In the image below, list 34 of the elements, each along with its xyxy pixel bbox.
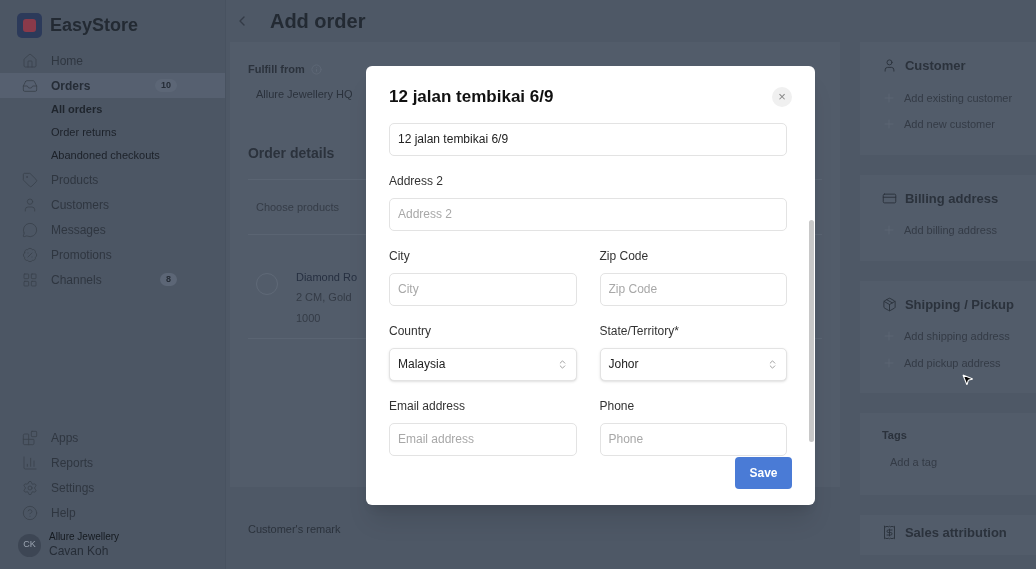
nav-item[interactable]: Orders 10 [0,73,225,98]
dialog-title: 12 jalan tembikai 6/9 [389,86,554,108]
person-icon [881,58,897,74]
input-field[interactable]: City [389,272,577,306]
box-icon [881,296,897,312]
field-label: City [389,247,411,265]
field-label: State/Territory* [599,322,680,340]
card-icon [881,190,897,206]
inbox-icon [22,77,38,94]
select-field[interactable]: Malaysia [389,347,577,381]
field-label: Address 2 [389,172,445,190]
count-badge: 8 [159,272,177,287]
input-field[interactable]: 12 jalan tembikai 6/9 [389,122,787,156]
field-label: Country [389,322,433,340]
field-label: Email address [389,397,467,415]
input-field[interactable]: Email address [389,422,577,456]
input-field[interactable]: Zip Code [599,272,787,306]
field-label: Zip Code [599,247,650,265]
avatar[interactable]: CK [18,533,41,557]
receipt-icon [881,524,897,540]
field-label: Phone [599,397,636,415]
input-field[interactable]: Phone [599,422,787,456]
cursor-icon [961,373,974,386]
close-button[interactable]: × [772,86,792,107]
up-down-chevron-icon [767,358,778,370]
count-badge: 10 [154,78,177,93]
input-field[interactable]: Address 2 [389,197,787,231]
person-icon [22,196,38,213]
nav-subitem[interactable]: Abandoned checkouts [51,147,160,164]
logo-icon [17,12,42,38]
nav-subitem[interactable]: Order returns [51,124,117,141]
save-button[interactable]: Save [735,457,792,489]
store-name: Allure Jewellery [49,531,120,544]
select-field[interactable]: Johor [599,347,787,381]
